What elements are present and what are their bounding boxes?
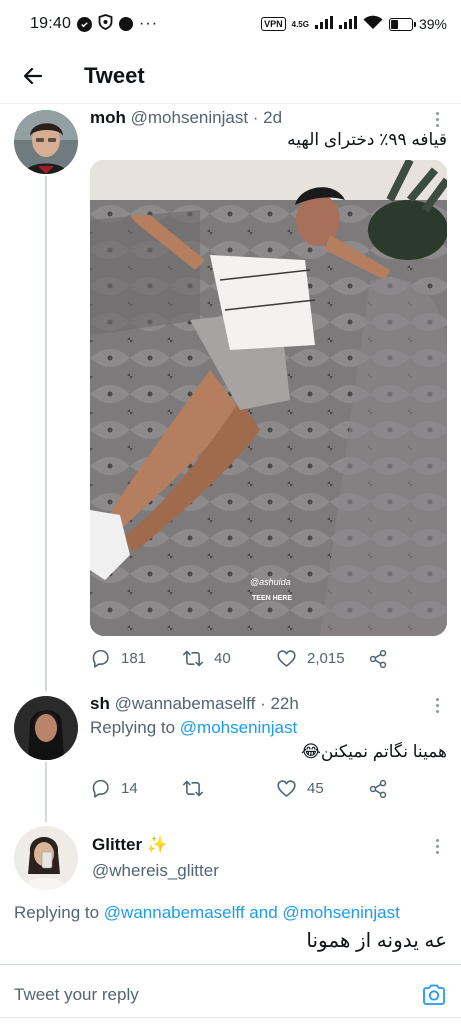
like-count: 45: [307, 780, 324, 797]
shield-icon: [98, 13, 113, 35]
battery-percent: 39%: [418, 16, 447, 32]
heart-icon: [277, 780, 296, 797]
status-time: 19:40: [30, 15, 72, 32]
divider: [0, 1017, 461, 1018]
like-count: 2,015: [307, 650, 345, 667]
replying-to: Replying to @wannabemaselff and @mohseni…: [14, 903, 400, 923]
avatar[interactable]: [14, 110, 78, 174]
more-options-icon[interactable]: [427, 109, 447, 129]
more-notifications-icon: ···: [139, 15, 159, 32]
share-icon: [369, 779, 387, 798]
tweet-image[interactable]: @ashuida TEEN HERE: [90, 160, 447, 636]
share-icon: [369, 649, 387, 668]
app-header: Tweet: [0, 48, 461, 104]
retweet-icon: [183, 650, 203, 667]
image-watermark: @ashuida: [250, 577, 291, 587]
replying-to-and: and: [249, 903, 278, 922]
tweet-header: Glitter ✨: [92, 835, 168, 855]
wifi-icon: [363, 15, 383, 33]
retweet-button[interactable]: [182, 778, 276, 799]
back-button[interactable]: [0, 48, 66, 104]
retweet-count: 40: [214, 650, 231, 667]
replying-to-link[interactable]: @mohseninjast: [282, 903, 399, 922]
page-title: Tweet: [84, 62, 145, 88]
tweet-text: همینا نگاتم نمیکنن😂: [300, 742, 447, 761]
camera-button[interactable]: [421, 982, 447, 1008]
avatar[interactable]: [14, 696, 78, 760]
like-button[interactable]: 2,015: [276, 648, 368, 669]
avatar[interactable]: [14, 826, 78, 890]
tweet-header: sh @wannabemaselff · 22h: [90, 694, 299, 714]
notification-dot-icon: [119, 17, 134, 31]
tweet-actions: 181 40 2,015: [90, 648, 388, 669]
reply-count: 181: [121, 650, 147, 667]
reply-button[interactable]: 14: [90, 778, 182, 799]
display-name[interactable]: Glitter: [92, 835, 142, 854]
reply-composer: [0, 964, 461, 1024]
thread-line: [45, 176, 47, 691]
status-right: VPN 4.5G 39%: [261, 15, 447, 33]
replying-to-link[interactable]: @mohseninjast: [180, 718, 297, 737]
reply-count: 14: [121, 780, 138, 797]
signal-icon-2: [338, 16, 357, 32]
camera-icon: [423, 984, 445, 1005]
tweet-time: · 22h: [260, 694, 299, 713]
image-watermark-2: TEEN HERE: [252, 595, 292, 602]
replying-to: Replying to @mohseninjast: [90, 718, 297, 738]
replying-to-label: Replying to: [90, 718, 176, 737]
sparkles-icon: ✨: [146, 835, 168, 854]
tweet-text: عه یدونه از همونا: [306, 930, 447, 952]
tweet-text: قیافه ۹۹٪ دخترای الهیه: [287, 130, 447, 149]
tweet-time: · 2d: [252, 108, 283, 127]
display-name[interactable]: moh: [90, 108, 126, 127]
thread-line: [45, 762, 47, 822]
user-handle[interactable]: @wannabemaselff: [115, 694, 256, 713]
more-options-icon[interactable]: [427, 695, 447, 715]
share-button[interactable]: [368, 649, 388, 669]
network-type: 4.5G: [291, 19, 309, 29]
user-handle[interactable]: @mohseninjast: [131, 108, 248, 127]
tweet-actions: 14 45: [90, 778, 388, 799]
arrow-left-icon: [23, 67, 43, 84]
replying-to-label: Replying to: [14, 903, 100, 922]
more-options-icon[interactable]: [427, 836, 447, 856]
reply-icon: [92, 779, 109, 798]
share-button[interactable]: [368, 779, 388, 799]
like-button[interactable]: 45: [276, 778, 368, 799]
signal-icon: [314, 16, 333, 32]
reply-icon: [92, 649, 109, 668]
retweet-button[interactable]: 40: [182, 648, 276, 669]
retweet-icon: [183, 780, 203, 797]
tweet-header: moh @mohseninjast · 2d: [90, 108, 282, 128]
status-bar: 19:40 ··· VPN 4.5G 39%: [0, 0, 461, 48]
reply-button[interactable]: 181: [90, 648, 182, 669]
status-left: 19:40 ···: [30, 13, 159, 35]
replying-to-link[interactable]: @wannabemaselff: [104, 903, 245, 922]
vpn-badge: VPN: [261, 17, 286, 31]
reply-input[interactable]: [14, 984, 421, 1005]
whatsapp-icon: [77, 16, 93, 32]
heart-icon: [277, 650, 296, 667]
display-name[interactable]: sh: [90, 694, 110, 713]
tweet-header-handle: @whereis_glitter: [92, 861, 219, 881]
battery-icon: [388, 17, 416, 31]
user-handle[interactable]: @whereis_glitter: [92, 861, 219, 880]
